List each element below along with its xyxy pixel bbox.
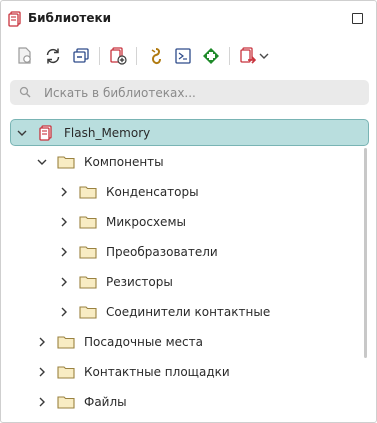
tree-item-converters[interactable]: Преобразователи <box>56 239 218 265</box>
chevron-right-icon[interactable] <box>56 184 72 200</box>
tree-item-microcircuits[interactable]: Микросхемы <box>56 209 186 235</box>
chevron-right-icon[interactable] <box>34 394 50 410</box>
library-icon <box>36 124 56 141</box>
chevron-down-icon[interactable] <box>257 45 271 67</box>
toolbar-separator <box>99 47 100 65</box>
tree-item-files[interactable]: Файлы <box>34 389 127 415</box>
toolbar-separator <box>229 47 230 65</box>
footprint-icon[interactable] <box>172 45 194 67</box>
tree-item-label: Flash_Memory <box>64 125 151 140</box>
tree-item-flash-memory[interactable]: Flash_Memory <box>10 119 369 146</box>
library-icon <box>8 11 22 30</box>
refresh-icon[interactable] <box>42 45 64 67</box>
folder-icon <box>78 274 98 290</box>
panel-header: Библиотеки <box>1 1 376 35</box>
toolbar-separator <box>136 47 137 65</box>
chevron-right-icon[interactable] <box>56 244 72 260</box>
folder-icon <box>56 154 76 170</box>
maximize-button[interactable] <box>352 13 363 24</box>
folder-icon <box>78 304 98 320</box>
folder-icon <box>78 184 98 200</box>
tree-item-label: Контактные площадки <box>84 365 230 379</box>
tree-item-label: Посадочные места <box>84 335 203 349</box>
library-tree: Flash_Memory Компоненты Конденсаторы Мик… <box>1 116 376 416</box>
tree-item-capacitors[interactable]: Конденсаторы <box>56 179 199 205</box>
tree-item-resistors[interactable]: Резисторы <box>56 269 173 295</box>
open-library-icon[interactable] <box>14 45 36 67</box>
component-icon[interactable] <box>145 45 167 67</box>
toolbar <box>1 41 376 71</box>
search-input[interactable] <box>44 80 359 105</box>
tree-item-pads[interactable]: Контактные площадки <box>34 359 230 385</box>
folder-icon <box>56 334 76 350</box>
folder-icon <box>78 244 98 260</box>
chevron-right-icon[interactable] <box>56 274 72 290</box>
chevron-down-icon[interactable] <box>34 154 50 170</box>
chevron-right-icon[interactable] <box>34 334 50 350</box>
search-box <box>10 80 369 105</box>
collapse-all-icon[interactable] <box>70 45 92 67</box>
add-library-icon[interactable] <box>107 45 129 67</box>
tree-item-label: Микросхемы <box>106 215 186 229</box>
pad-icon[interactable] <box>200 45 222 67</box>
tree-item-connectors[interactable]: Соединители контактные <box>56 299 270 325</box>
chevron-right-icon[interactable] <box>56 304 72 320</box>
tree-item-footprints[interactable]: Посадочные места <box>34 329 203 355</box>
tree-item-label: Файлы <box>84 395 127 409</box>
tree-item-label: Соединители контактные <box>106 305 271 319</box>
libraries-panel: Библиотеки Искать в библиотеках... Flash… <box>0 0 377 423</box>
search-icon <box>19 86 31 101</box>
export-icon[interactable] <box>237 45 259 67</box>
tree-item-label: Конденсаторы <box>106 185 199 199</box>
folder-icon <box>56 394 76 410</box>
tree-item-components[interactable]: Компоненты <box>34 149 164 175</box>
scrollbar[interactable] <box>364 148 367 358</box>
tree-item-label: Компоненты <box>84 155 164 169</box>
chevron-down-icon[interactable] <box>14 125 30 141</box>
tree-item-label: Резисторы <box>106 275 173 289</box>
panel-title: Библиотеки <box>28 11 112 25</box>
folder-icon <box>56 364 76 380</box>
chevron-right-icon[interactable] <box>34 364 50 380</box>
folder-icon <box>78 214 98 230</box>
chevron-right-icon[interactable] <box>56 214 72 230</box>
tree-item-label: Преобразователи <box>106 245 218 259</box>
